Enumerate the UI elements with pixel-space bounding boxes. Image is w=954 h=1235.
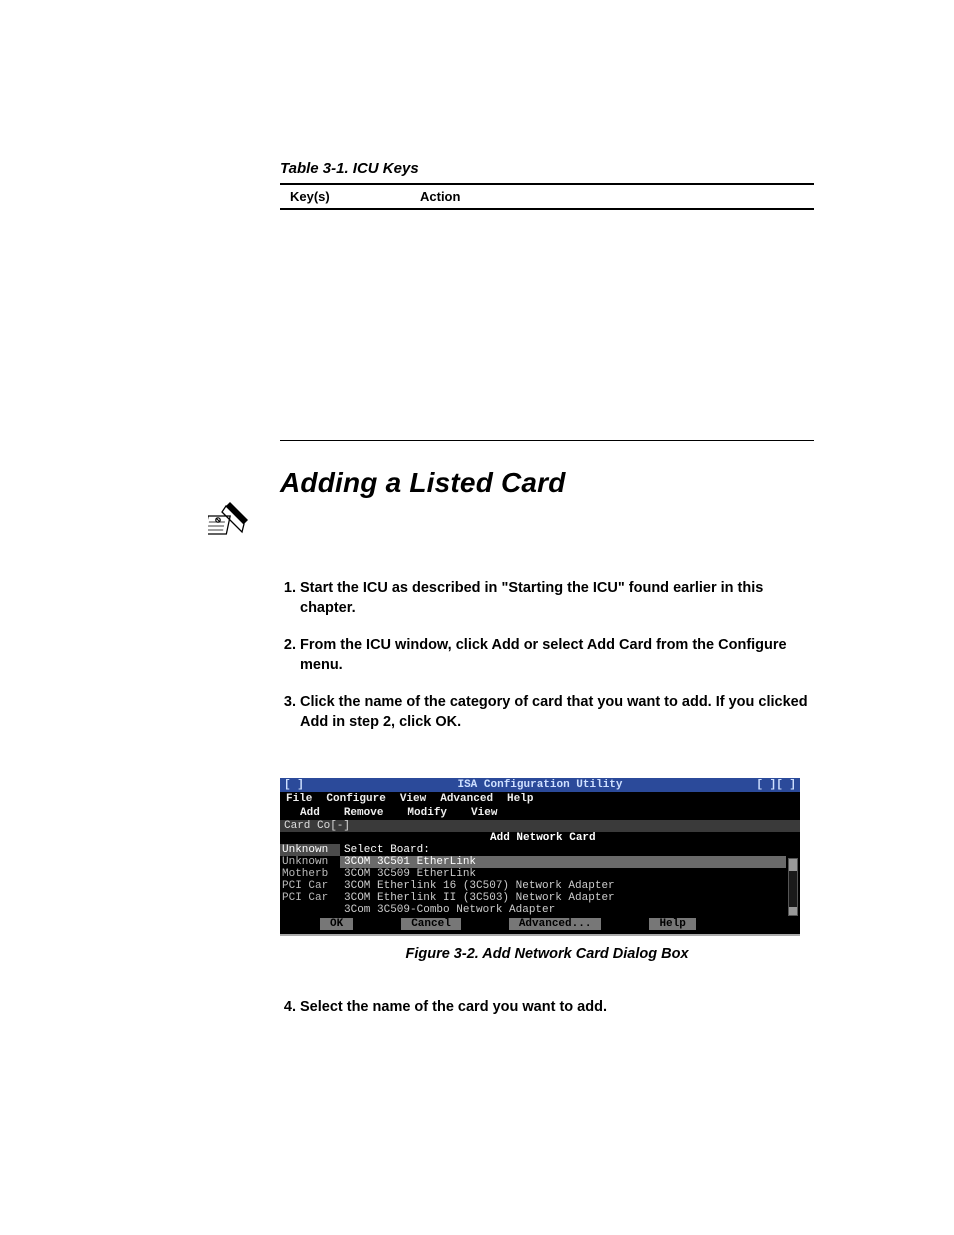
list-item[interactable]: 3COM 3C509 EtherLink	[340, 868, 786, 880]
bg-item: PCI Car	[280, 880, 340, 892]
help-button[interactable]: Help	[649, 918, 695, 930]
menu-configure[interactable]: Configure	[326, 793, 385, 805]
listbox-scrollbar[interactable]	[788, 858, 798, 916]
list-item[interactable]: 3COM 3C501 EtherLink	[340, 856, 786, 868]
section-rule	[280, 440, 814, 441]
menu-advanced[interactable]: Advanced	[440, 793, 493, 805]
window-control-right[interactable]: [ ][ ]	[756, 779, 796, 791]
dialog-title: Add Network Card	[280, 832, 800, 844]
section-title: Adding a Listed Card	[280, 467, 814, 499]
bg-item: Motherb	[280, 868, 340, 880]
figure-block: [ ] ISA Configuration Utility [ ][ ] Fil…	[280, 778, 814, 962]
icu-keys-table: Key(s) Action	[280, 183, 814, 210]
list-item[interactable]: 3Com 3C509-Combo Network Adapter	[340, 904, 786, 916]
submenu-add[interactable]: Add	[300, 807, 320, 819]
menu-view[interactable]: View	[400, 793, 426, 805]
submenu-modify[interactable]: Modify	[407, 807, 447, 819]
bg-item: PCI Car	[280, 892, 340, 904]
menu-file[interactable]: File	[286, 793, 312, 805]
bg-item: Unknown	[280, 856, 340, 868]
table-header-action: Action	[420, 189, 460, 204]
select-board-label: Select Board:	[340, 844, 786, 856]
scroll-down-icon[interactable]	[789, 907, 797, 915]
background-card-list: Unknown Unknown Motherb PCI Car PCI Car	[280, 844, 340, 916]
submenu-remove[interactable]: Remove	[344, 807, 384, 819]
card-config-line: Card Co[-]	[280, 820, 800, 832]
ok-button[interactable]: OK	[320, 918, 353, 930]
dos-submenu: Add Remove Modify View	[280, 806, 800, 820]
dos-menubar: File Configure View Advanced Help	[280, 792, 800, 806]
list-item[interactable]: 3COM Etherlink II (3C503) Network Adapte…	[340, 892, 786, 904]
steps-list-continued: Select the name of the card you want to …	[280, 998, 814, 1018]
scroll-thumb[interactable]	[789, 861, 797, 871]
dos-window: [ ] ISA Configuration Utility [ ][ ] Fil…	[280, 778, 800, 936]
pencil-note-icon	[208, 498, 250, 545]
dialog-buttons: OK Cancel Advanced... Help	[280, 916, 800, 934]
menu-help[interactable]: Help	[507, 793, 533, 805]
board-listbox[interactable]: 3COM 3C501 EtherLink 3COM 3C509 EtherLin…	[340, 856, 786, 916]
step-2: From the ICU window, click Add or select…	[300, 636, 814, 675]
submenu-view[interactable]: View	[471, 807, 497, 819]
list-item[interactable]: 3COM Etherlink 16 (3C507) Network Adapte…	[340, 880, 786, 892]
steps-list: Start the ICU as described in "Starting …	[280, 579, 814, 732]
table-header-keys: Key(s)	[280, 189, 420, 204]
dos-bottom-rule	[280, 934, 800, 936]
step-1: Start the ICU as described in "Starting …	[300, 579, 814, 618]
figure-caption: Figure 3-2. Add Network Card Dialog Box	[280, 946, 814, 962]
step-4: Select the name of the card you want to …	[300, 998, 814, 1018]
window-control-left[interactable]: [ ]	[284, 779, 304, 791]
cancel-button[interactable]: Cancel	[401, 918, 461, 930]
advanced-button[interactable]: Advanced...	[509, 918, 602, 930]
dos-window-title: ISA Configuration Utility	[457, 779, 622, 791]
dos-titlebar: [ ] ISA Configuration Utility [ ][ ]	[280, 778, 800, 792]
step-3: Click the name of the category of card t…	[300, 693, 814, 732]
bg-item: Unknown	[280, 844, 340, 856]
table-caption: Table 3-1. ICU Keys	[280, 160, 814, 177]
